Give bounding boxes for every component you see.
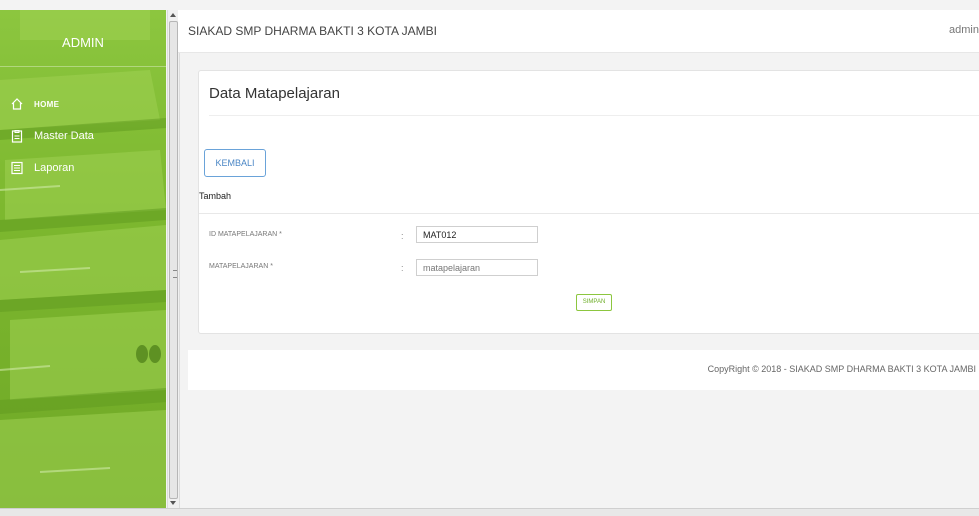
section-label: Tambah bbox=[199, 191, 232, 201]
scroll-down-arrow-icon[interactable] bbox=[170, 501, 176, 505]
sidebar-item-label: Laporan bbox=[34, 162, 75, 174]
report-icon bbox=[10, 161, 24, 175]
sidebar-menu: HOME Master Data Laporan bbox=[0, 88, 166, 184]
matapelajaran-input[interactable] bbox=[416, 259, 538, 276]
footer: CopyRight © 2018 - SIAKAD SMP DHARMA BAK… bbox=[188, 350, 979, 390]
sidebar-item-home[interactable]: HOME bbox=[0, 88, 166, 120]
sidebar-item-master-data[interactable]: Master Data bbox=[0, 120, 166, 152]
save-button[interactable]: SIMPAN bbox=[576, 294, 612, 311]
scrollbar-thumb[interactable] bbox=[169, 21, 178, 499]
field-colon: : bbox=[401, 231, 404, 241]
sidebar-item-label: Master Data bbox=[34, 130, 94, 142]
home-icon bbox=[10, 97, 24, 111]
app-title: SIAKAD SMP DHARMA BAKTI 3 KOTA JAMBI bbox=[188, 24, 437, 38]
books-background-image bbox=[0, 10, 166, 508]
sidebar-brand: ADMIN bbox=[0, 10, 166, 67]
sidebar-scrollbar[interactable] bbox=[167, 10, 180, 508]
scroll-up-arrow-icon[interactable] bbox=[170, 13, 176, 17]
content-panel: Data Matapelajaran KEMBALI Tambah ID MAT… bbox=[198, 70, 979, 334]
clipboard-icon bbox=[10, 129, 24, 143]
divider bbox=[209, 115, 979, 116]
id-matapelajaran-label: ID MATAPELAJARAN * bbox=[209, 231, 282, 238]
matapelajaran-label: MATAPELAJARAN * bbox=[209, 263, 273, 270]
sidebar: ADMIN HOME Master Data Laporan bbox=[0, 10, 166, 508]
sidebar-item-label: HOME bbox=[34, 99, 60, 109]
sidebar-item-laporan[interactable]: Laporan bbox=[0, 152, 166, 184]
copyright-text: CopyRight © 2018 - SIAKAD SMP DHARMA BAK… bbox=[707, 364, 976, 374]
grip-icon bbox=[173, 270, 177, 278]
top-navbar: SIAKAD SMP DHARMA BAKTI 3 KOTA JAMBI adm… bbox=[178, 10, 979, 53]
back-button[interactable]: KEMBALI bbox=[204, 149, 266, 177]
divider bbox=[199, 213, 979, 214]
field-colon: : bbox=[401, 263, 404, 273]
user-menu[interactable]: admin bbox=[949, 24, 979, 36]
id-matapelajaran-input[interactable] bbox=[416, 226, 538, 243]
page-title: Data Matapelajaran bbox=[209, 85, 340, 102]
